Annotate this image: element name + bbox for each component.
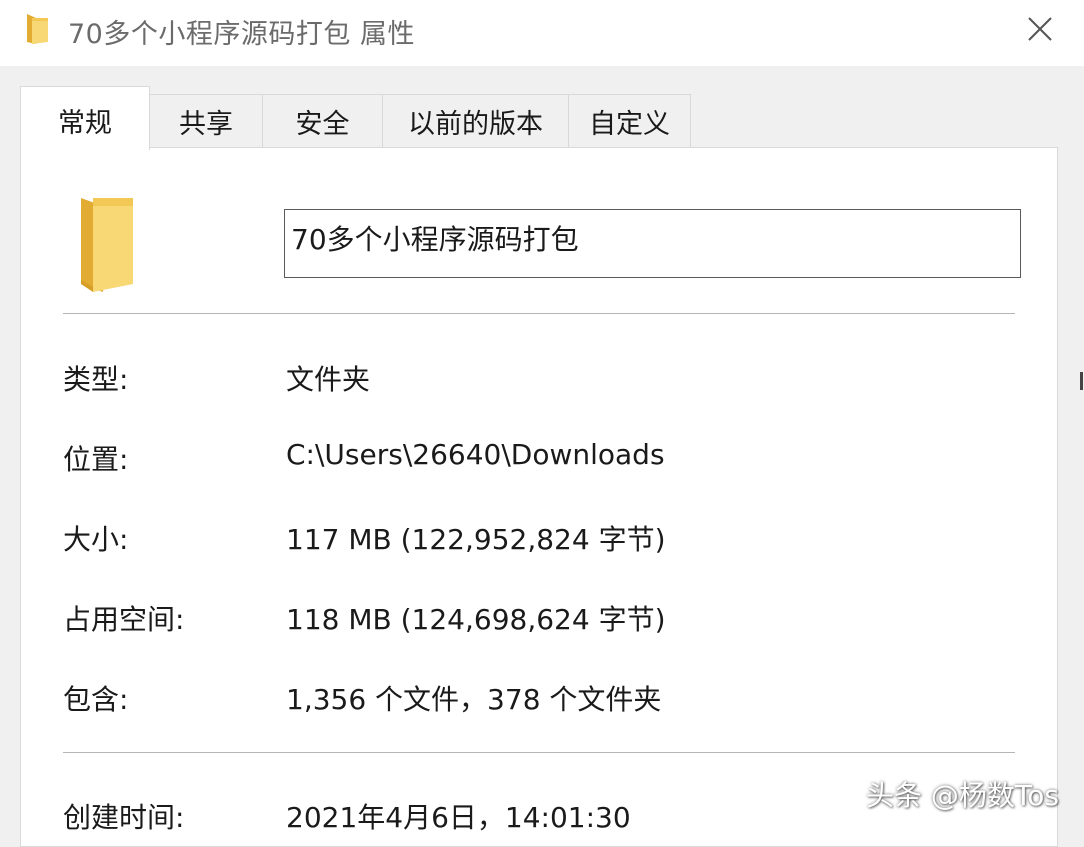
general-panel: 类型: 文件夹 位置: C:\Users\26640\Downloads 大小:… xyxy=(20,147,1058,847)
location-label: 位置: xyxy=(63,443,129,476)
tab-general[interactable]: 常规 xyxy=(20,86,150,150)
tab-security[interactable]: 安全 xyxy=(262,94,383,148)
folder-icon xyxy=(27,14,48,44)
tab-sharing[interactable]: 共享 xyxy=(149,94,263,148)
window-edge xyxy=(1080,372,1083,390)
folder-name-input[interactable] xyxy=(284,209,1021,278)
size-label: 大小: xyxy=(63,523,129,556)
watermark: 头条 @杨数Tos xyxy=(866,779,1059,812)
tab-strip: 常规 共享 安全 以前的版本 自定义 xyxy=(20,86,720,150)
tab-previous-versions[interactable]: 以前的版本 xyxy=(382,94,569,148)
title-bar: 70多个小程序源码打包 属性 xyxy=(0,0,1084,66)
close-button[interactable] xyxy=(1010,4,1070,54)
contains-label: 包含: xyxy=(63,683,129,716)
close-icon xyxy=(1028,17,1052,41)
created-value: 2021年4月6日，14:01:30 xyxy=(286,801,631,834)
location-value: C:\Users\26640\Downloads xyxy=(286,438,665,471)
window-title: 70多个小程序源码打包 属性 xyxy=(68,19,415,50)
tab-customize[interactable]: 自定义 xyxy=(568,94,691,148)
divider xyxy=(63,752,1015,753)
size-on-disk-value: 118 MB (124,698,624 字节) xyxy=(286,603,666,636)
size-on-disk-label: 占用空间: xyxy=(63,603,185,636)
type-label: 类型: xyxy=(63,363,129,396)
type-value: 文件夹 xyxy=(286,363,371,396)
size-value: 117 MB (122,952,824 字节) xyxy=(286,523,666,556)
created-label: 创建时间: xyxy=(63,801,185,834)
divider xyxy=(63,313,1015,314)
folder-icon xyxy=(81,198,133,292)
contains-value: 1,356 个文件，378 个文件夹 xyxy=(286,683,662,716)
